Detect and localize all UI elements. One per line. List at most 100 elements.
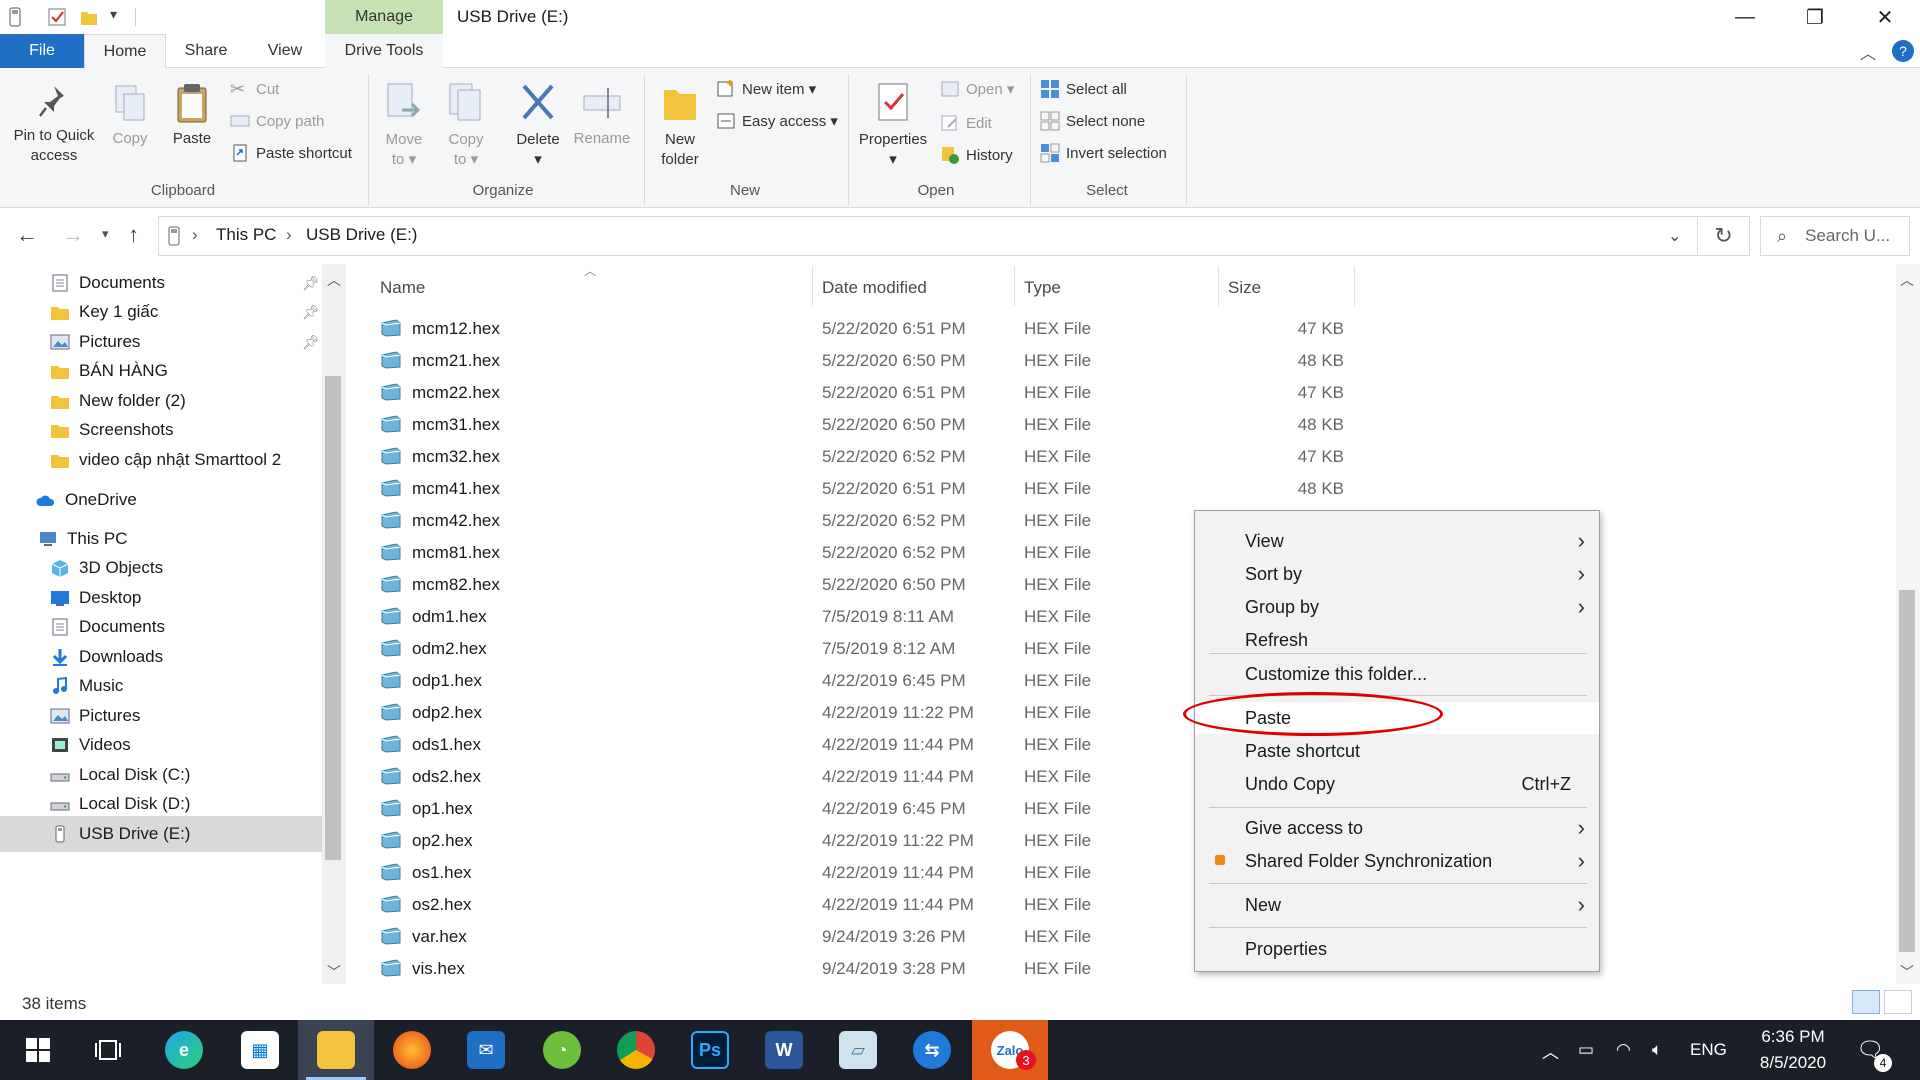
taskbar-chrome[interactable] xyxy=(598,1020,674,1080)
refresh-button[interactable]: ↻ xyxy=(1698,216,1750,256)
column-header-date[interactable]: Date modified xyxy=(822,278,927,298)
sidebar-item-onedrive[interactable]: OneDrive xyxy=(0,482,322,518)
clock[interactable]: 6:36 PM 8/5/2020 xyxy=(1738,1024,1848,1076)
network-icon[interactable]: ◠ xyxy=(1616,1020,1631,1080)
new-folder-icon[interactable] xyxy=(78,6,100,28)
forward-icon[interactable]: → xyxy=(62,222,84,248)
menu-item-group-by[interactable]: Group by › xyxy=(1195,591,1599,623)
pinned-icon[interactable]: 📌︎ xyxy=(302,275,320,292)
breadcrumb-this-pc[interactable]: This PC xyxy=(216,225,276,245)
taskbar-edge[interactable]: e xyxy=(146,1020,222,1080)
nav-scroll-up-icon[interactable]: ︿ xyxy=(327,270,341,290)
column-header-size[interactable]: Size xyxy=(1228,278,1261,298)
easy-access-button[interactable]: Easy access ▾ xyxy=(716,108,838,134)
manage-tab[interactable]: Manage xyxy=(325,0,443,34)
taskbar-file-explorer[interactable] xyxy=(298,1020,374,1080)
sidebar-item-usb-drive-e[interactable]: USB Drive (E:) xyxy=(0,816,322,852)
file-row[interactable]: mcm41.hex 5/22/2020 6:51 PM HEX File 48 KB xyxy=(372,473,1358,505)
file-list-scrollbar-thumb[interactable] xyxy=(1899,590,1915,952)
edit-button[interactable]: Edit xyxy=(940,110,992,136)
scroll-down-icon[interactable]: ﹀ xyxy=(1900,962,1914,982)
select-all-button[interactable]: Select all xyxy=(1040,76,1127,102)
file-row[interactable]: mcm21.hex 5/22/2020 6:50 PM HEX File 48 KB xyxy=(372,345,1358,377)
menu-item-refresh[interactable]: Refresh xyxy=(1195,624,1599,656)
maximize-button[interactable]: ❐ xyxy=(1780,0,1850,34)
column-header-name[interactable]: Name xyxy=(380,278,425,298)
new-item-button[interactable]: New item ▾ xyxy=(716,76,816,102)
file-row[interactable]: mcm12.hex 5/22/2020 6:51 PM HEX File 47 KB xyxy=(372,313,1358,345)
task-view-button[interactable] xyxy=(70,1020,146,1080)
paste-shortcut-button[interactable]: Paste shortcut xyxy=(230,140,352,166)
start-button[interactable] xyxy=(0,1020,76,1080)
file-row[interactable]: mcm31.hex 5/22/2020 6:50 PM HEX File 48 KB xyxy=(372,409,1358,441)
tab-drive-tools[interactable]: Drive Tools xyxy=(325,34,443,68)
open-button[interactable]: Open ▾ xyxy=(940,76,1014,102)
tab-view[interactable]: View xyxy=(252,34,318,68)
taskbar-firefox[interactable] xyxy=(374,1020,450,1080)
back-icon[interactable]: ← xyxy=(16,222,38,248)
language-indicator[interactable]: ENG xyxy=(1690,1020,1727,1080)
cut-button[interactable]: ✂ Cut xyxy=(230,76,279,102)
taskbar-mail[interactable]: ✉ xyxy=(448,1020,524,1080)
properties-button[interactable]: Properties ▾ xyxy=(852,80,934,170)
large-icons-view-icon[interactable] xyxy=(1884,990,1912,1014)
tab-file[interactable]: File xyxy=(0,34,84,68)
tab-share[interactable]: Share xyxy=(172,34,240,68)
tab-home[interactable]: Home xyxy=(84,34,166,69)
delete-button[interactable]: Delete ▾ xyxy=(510,80,566,170)
paste-button[interactable]: Paste xyxy=(164,80,220,147)
rename-button[interactable]: Rename xyxy=(570,80,634,147)
nav-scrollbar-thumb[interactable] xyxy=(325,376,341,860)
taskbar-word[interactable]: W xyxy=(746,1020,822,1080)
menu-item-sort-by[interactable]: Sort by › xyxy=(1195,558,1599,590)
taskbar-store[interactable]: ▦ xyxy=(222,1020,298,1080)
pinned-icon[interactable]: 📌︎ xyxy=(302,304,320,321)
recent-locations-icon[interactable]: ▾ xyxy=(102,226,109,242)
breadcrumb-usb-drive[interactable]: USB Drive (E:) xyxy=(306,225,417,245)
customize-qat-icon[interactable]: ▾ xyxy=(110,6,117,23)
nav-scroll-down-icon[interactable]: ﹀ xyxy=(327,962,341,982)
history-button[interactable]: History xyxy=(940,142,1013,168)
column-separator[interactable] xyxy=(812,266,813,306)
battery-icon[interactable]: ▭ xyxy=(1578,1020,1594,1080)
show-hidden-icons-button[interactable]: ︿ xyxy=(1542,1020,1559,1080)
minimize-button[interactable]: — xyxy=(1710,0,1780,34)
scroll-up-icon[interactable]: ︿ xyxy=(1900,270,1914,290)
drive-icon[interactable] xyxy=(4,6,26,28)
action-center-button[interactable]: 🗨︎ 4 xyxy=(1856,1020,1892,1080)
close-button[interactable]: ✕ xyxy=(1850,0,1920,34)
taskbar-photoshop[interactable]: Ps xyxy=(672,1020,748,1080)
invert-selection-button[interactable]: Invert selection xyxy=(1040,140,1167,166)
menu-item-paste-shortcut[interactable]: Paste shortcut xyxy=(1195,735,1599,767)
copy-path-button[interactable]: Copy path xyxy=(230,108,324,134)
menu-item-properties[interactable]: Properties xyxy=(1195,933,1599,965)
file-row[interactable]: mcm22.hex 5/22/2020 6:51 PM HEX File 47 KB xyxy=(372,377,1358,409)
column-header-type[interactable]: Type xyxy=(1024,278,1061,298)
menu-item-customize-folder[interactable]: Customize this folder... xyxy=(1195,658,1599,690)
pin-quick-access-button[interactable]: Pin to Quick access xyxy=(6,82,102,166)
taskbar-teamviewer[interactable]: ⇆ xyxy=(894,1020,970,1080)
column-separator[interactable] xyxy=(1354,266,1355,306)
file-row[interactable]: mcm32.hex 5/22/2020 6:52 PM HEX File 47 KB xyxy=(372,441,1358,473)
taskbar-app-green[interactable]: ◔ xyxy=(524,1020,600,1080)
up-icon[interactable]: ↑ xyxy=(128,222,139,248)
collapse-ribbon-icon[interactable]: ︿ xyxy=(1860,40,1876,64)
menu-item-view[interactable]: View › xyxy=(1195,525,1599,557)
sidebar-item-video-cap-nhat-smarttool-2[interactable]: video cập nhật Smarttool 2 xyxy=(0,442,322,478)
taskbar-zalo[interactable]: Zalo 3 xyxy=(972,1020,1048,1080)
address-dropdown-icon[interactable]: ⌄ xyxy=(1668,226,1681,246)
copy-button[interactable]: Copy xyxy=(106,82,154,147)
menu-item-shared-folder-sync[interactable]: Shared Folder Synchronization › xyxy=(1195,845,1599,877)
menu-item-undo-copy[interactable]: Undo Copy Ctrl+Z xyxy=(1195,768,1599,800)
column-separator[interactable] xyxy=(1218,266,1219,306)
volume-icon[interactable]: 🔈︎ xyxy=(1652,1020,1662,1080)
search-box[interactable]: ⌕ Search U... xyxy=(1760,216,1910,256)
move-to-button[interactable]: Move to ▾ xyxy=(378,80,430,170)
taskbar-app-document[interactable]: ▱ xyxy=(820,1020,896,1080)
new-folder-button[interactable]: New folder xyxy=(652,80,708,170)
help-icon[interactable]: ? xyxy=(1892,40,1914,62)
details-view-icon[interactable] xyxy=(1852,990,1880,1014)
menu-item-new[interactable]: New › xyxy=(1195,889,1599,921)
select-none-button[interactable]: Select none xyxy=(1040,108,1145,134)
column-separator[interactable] xyxy=(1014,266,1015,306)
